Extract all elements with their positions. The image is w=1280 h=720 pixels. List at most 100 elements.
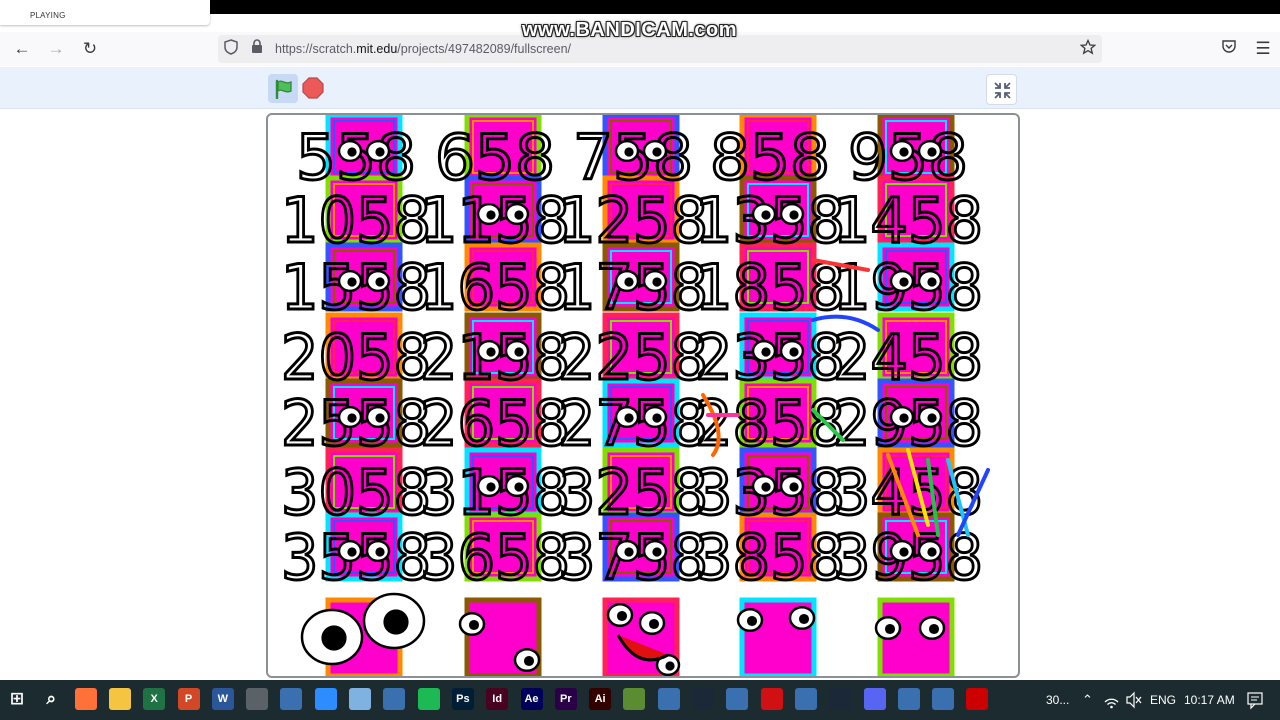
green-flag-icon <box>275 79 292 99</box>
url-path: /projects/497482089/fullscreen/ <box>397 42 572 56</box>
photoshop-icon[interactable]: Ps <box>451 688 474 710</box>
illustrator-icon[interactable]: Ai <box>589 688 612 710</box>
browser-tab[interactable]: PLAYING <box>0 0 210 25</box>
zoom-icon[interactable] <box>314 688 337 710</box>
notifications-icon[interactable] <box>1247 680 1263 720</box>
green-flag-button[interactable] <box>268 74 298 103</box>
number-label: 1258 <box>558 184 708 257</box>
bandicam-icon[interactable] <box>966 688 989 710</box>
project-stage[interactable]: 5586587588589581058115812581358145815581… <box>266 113 1020 678</box>
eye-pupil <box>798 613 810 625</box>
eye-pupil <box>514 210 524 220</box>
eye-pupil <box>347 277 357 287</box>
app-icon[interactable] <box>726 688 749 710</box>
eye-pupil <box>347 413 357 423</box>
stage-canvas: 5586587588589581058115812581358145815581… <box>280 115 990 676</box>
reload-icon[interactable]: ↻ <box>78 38 102 60</box>
calculator-icon[interactable] <box>246 688 269 710</box>
taskbar-window-label[interactable]: 30... <box>1046 680 1069 720</box>
eye-pupil <box>616 610 628 622</box>
lego-icon[interactable] <box>760 688 783 710</box>
indesign-icon[interactable]: Id <box>486 688 509 710</box>
app-icon[interactable] <box>794 688 817 710</box>
word-icon[interactable]: W <box>211 688 234 710</box>
eye-pupil <box>347 547 357 557</box>
volume-icon[interactable] <box>1126 680 1142 720</box>
number-label: 3258 <box>558 456 708 529</box>
wifi-icon[interactable] <box>1104 680 1119 720</box>
premiere-icon[interactable]: Pr <box>554 688 577 710</box>
number-label: 3658 <box>420 521 570 594</box>
url-host: mit.edu <box>356 42 398 56</box>
eye-pupil <box>652 277 662 287</box>
eye-pupil <box>624 547 634 557</box>
search-icon[interactable]: ⌕ <box>40 688 63 710</box>
steam-icon[interactable] <box>692 688 714 710</box>
app-icon[interactable] <box>897 688 920 710</box>
url-prefix: https://scratch. <box>275 42 357 56</box>
number-label: 3058 <box>281 456 431 529</box>
back-arrow-icon[interactable]: ← <box>10 38 34 60</box>
eye-pupil <box>927 547 937 557</box>
chevron-up-icon[interactable]: ⌃ <box>1082 680 1093 720</box>
notepad-icon[interactable] <box>349 688 371 710</box>
eye-pupil <box>375 413 385 423</box>
pocket-icon[interactable] <box>1217 38 1241 60</box>
eye-pupil <box>375 277 385 287</box>
lock-icon[interactable] <box>247 39 267 59</box>
eye-pupil <box>899 277 909 287</box>
tab-label: PLAYING <box>30 11 66 20</box>
eye-pupil <box>665 661 675 671</box>
excel-icon[interactable]: X <box>143 688 166 710</box>
eye-pupil <box>468 619 480 631</box>
eye-pupil <box>624 147 634 157</box>
minecraft-icon[interactable] <box>623 688 646 710</box>
eye-pupil <box>928 623 940 635</box>
windows-start-icon[interactable]: ⊞ <box>6 688 28 710</box>
eye-pupil <box>789 347 799 357</box>
eye-pupil <box>899 547 909 557</box>
powerpoint-icon[interactable]: P <box>177 688 200 710</box>
number-label: 2458 <box>833 321 983 394</box>
windows-taskbar: ⊞ ⌕ X P W Ps Id Ae Pr Ai 30... ⌃ ENG 10:17 AM <box>0 680 1280 720</box>
forward-arrow-icon[interactable]: → <box>44 38 68 60</box>
steam-icon[interactable] <box>829 688 852 710</box>
number-label: 1658 <box>420 251 570 324</box>
shield-icon[interactable] <box>221 39 241 59</box>
file-explorer-icon[interactable] <box>108 688 131 710</box>
exit-fullscreen-button[interactable] <box>986 74 1017 105</box>
eye-pupil <box>375 147 385 157</box>
eye-pupil <box>514 347 524 357</box>
eye-pupil <box>761 482 771 492</box>
eye-pupil <box>789 482 799 492</box>
eye-pupil <box>899 413 909 423</box>
menu-icon[interactable]: ☰ <box>1251 38 1275 60</box>
number-label: 2658 <box>420 387 570 460</box>
eye-pupil <box>486 210 496 220</box>
bandicam-watermark: www.BANDICAM.com <box>522 19 738 41</box>
stop-button[interactable] <box>302 77 324 99</box>
number-label: 3858 <box>695 521 845 594</box>
eye-pupil <box>514 482 524 492</box>
eye-pupil <box>652 147 662 157</box>
spotify-icon[interactable] <box>417 688 440 710</box>
url-text[interactable]: https://scratch.mit.edu/projects/4974820… <box>275 42 571 56</box>
discord-icon[interactable] <box>863 688 886 710</box>
eye-pupil <box>375 547 385 557</box>
app-icon[interactable] <box>657 688 680 710</box>
eye-pupil <box>652 547 662 557</box>
app-icon[interactable] <box>383 688 406 710</box>
app-icon[interactable] <box>932 688 955 710</box>
number-label: 3458 <box>833 456 983 529</box>
firefox-icon[interactable] <box>74 688 97 710</box>
app-icon[interactable] <box>280 688 303 710</box>
scratch-player-header <box>0 67 1280 109</box>
after-effects-icon[interactable]: Ae <box>520 688 543 710</box>
bookmark-star-icon[interactable] <box>1078 38 1098 59</box>
eye-pupil <box>486 482 496 492</box>
eye-pupil <box>648 618 660 630</box>
language-indicator[interactable]: ENG <box>1150 680 1176 720</box>
eye-pupil <box>321 625 347 651</box>
eye-pupil <box>761 210 771 220</box>
clock[interactable]: 10:17 AM <box>1184 680 1235 720</box>
